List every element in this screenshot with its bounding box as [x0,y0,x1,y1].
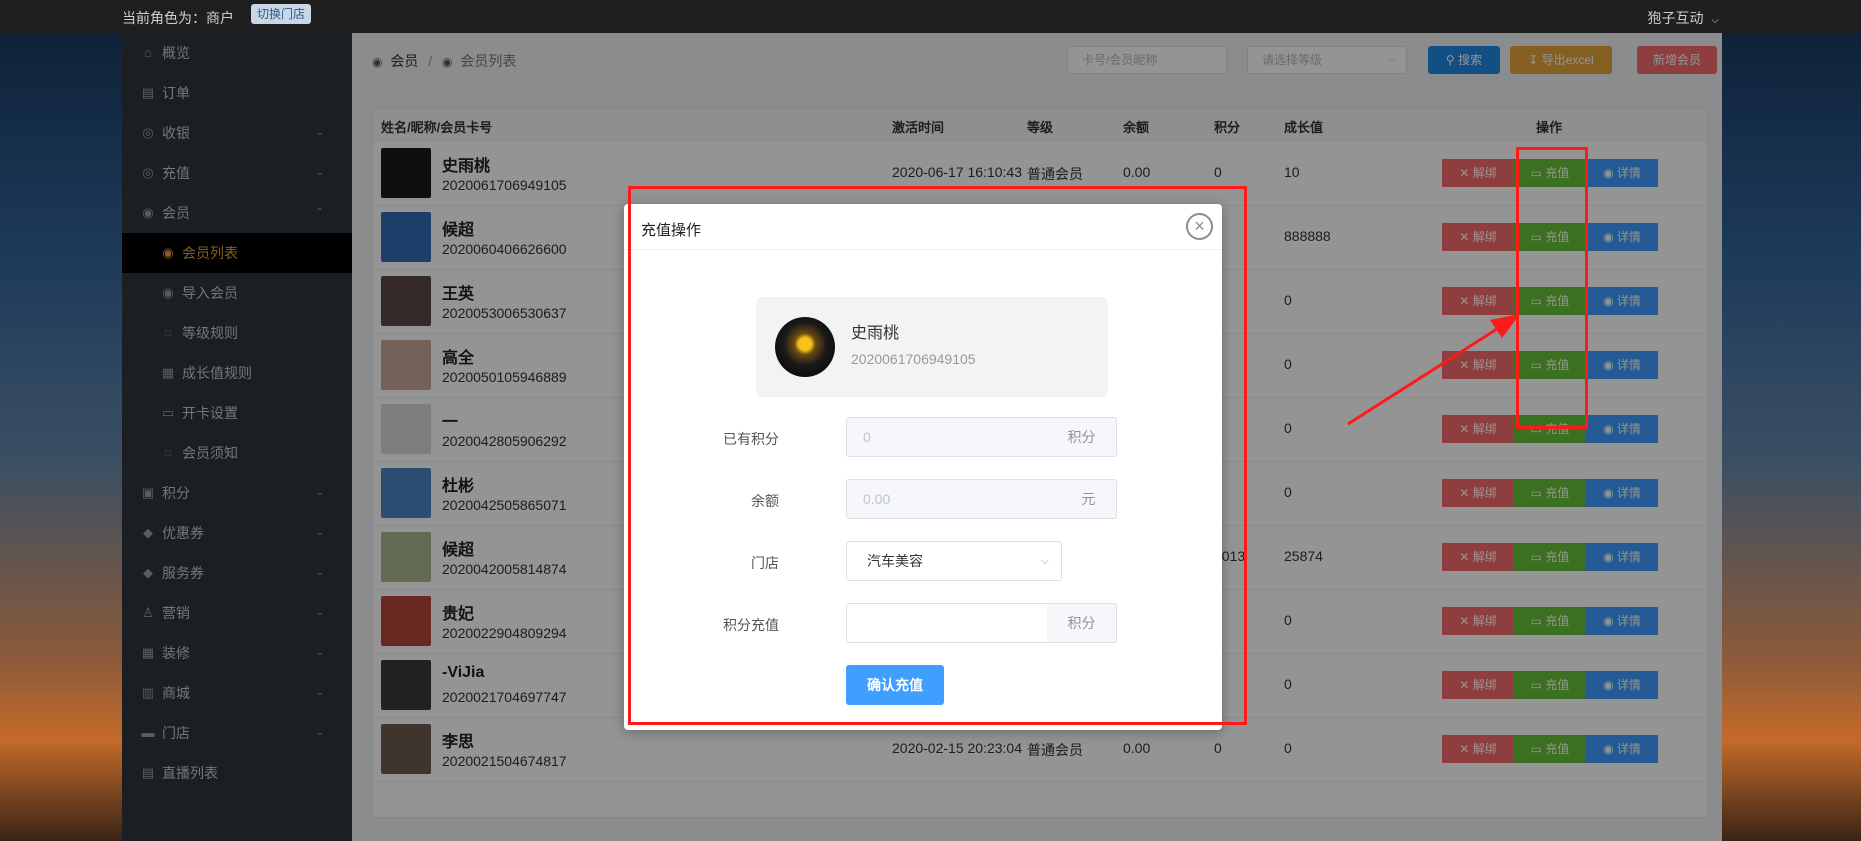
chevron-down-icon: ⌵ [1711,15,1719,26]
user-name: 狍子互动 [1647,10,1704,26]
switch-store-button[interactable]: 切换门店 [251,4,312,24]
top-bar: 当前角色为：商户 切换门店 狍子互动 ⌵ [0,0,1861,33]
current-role: 当前角色为：商户 [122,10,234,26]
annotation-highlight-charge-column [1516,147,1588,429]
user-menu[interactable]: 狍子互动 ⌵ [1648,8,1719,28]
annotation-highlight-modal [628,186,1247,725]
